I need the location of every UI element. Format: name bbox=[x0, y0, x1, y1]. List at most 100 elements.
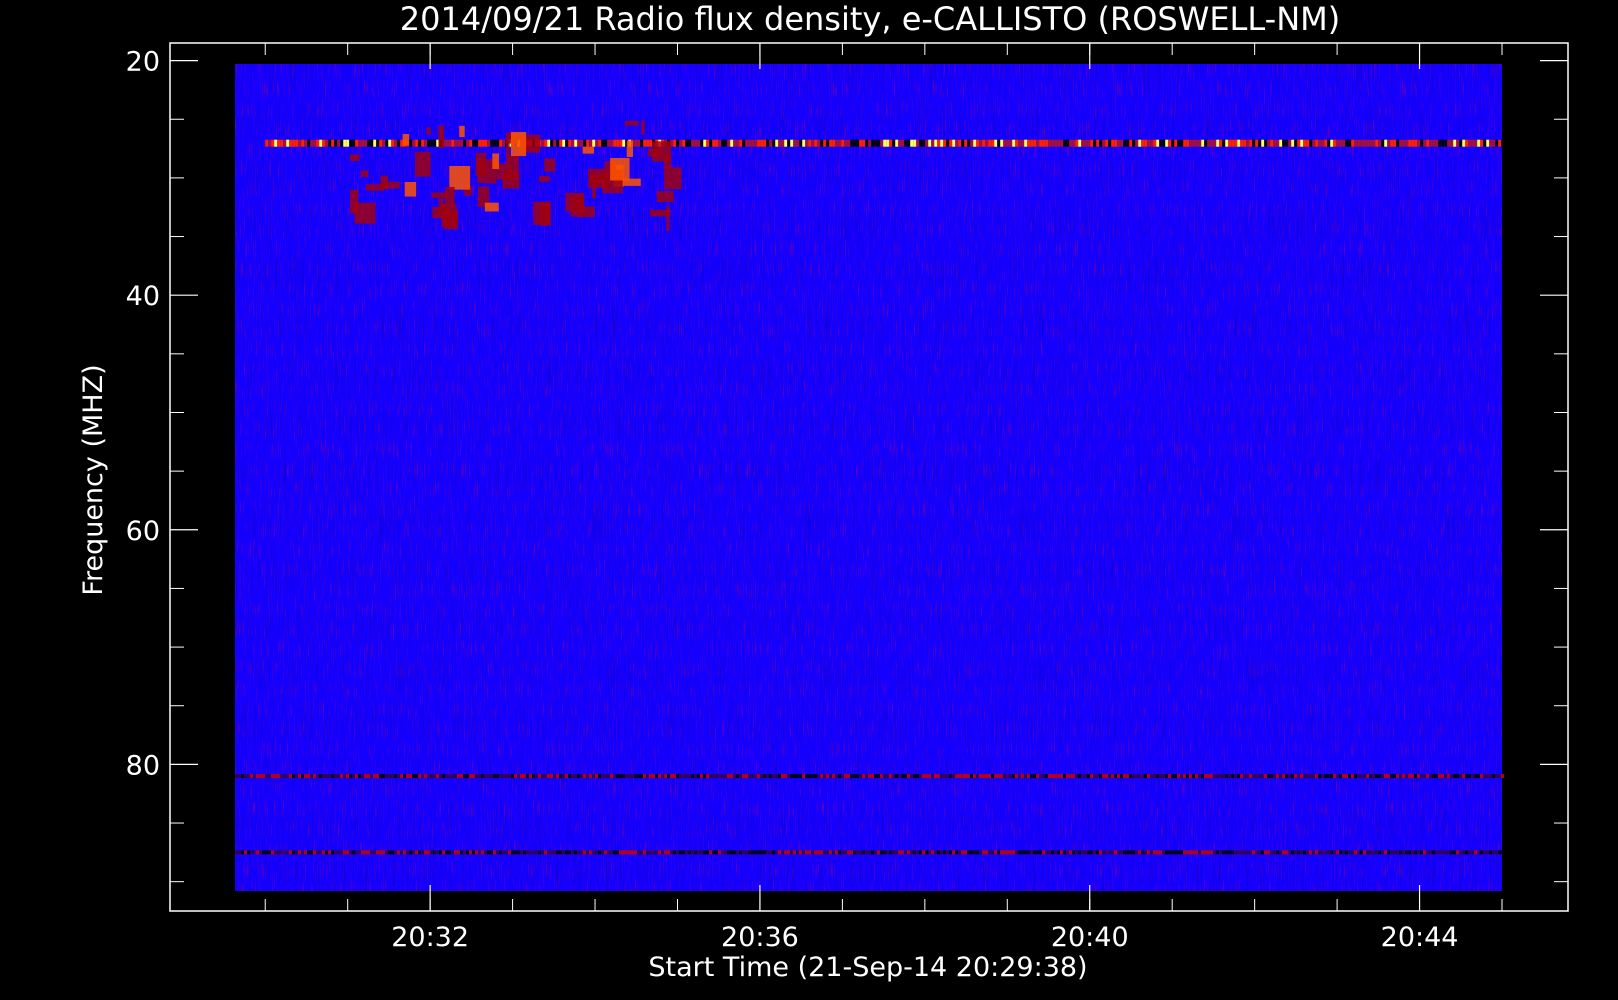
band-cell bbox=[715, 774, 718, 779]
band-cell bbox=[1393, 774, 1396, 779]
band-cell bbox=[568, 850, 571, 855]
band-cell bbox=[763, 850, 766, 855]
band-cell bbox=[448, 850, 451, 855]
band-cell bbox=[646, 139, 650, 147]
band-cell bbox=[430, 139, 434, 147]
band-cell bbox=[898, 774, 901, 779]
band-cell bbox=[424, 139, 428, 147]
band-cell bbox=[256, 850, 259, 855]
band-cell bbox=[565, 850, 568, 855]
band-cell bbox=[1045, 139, 1049, 147]
burst-patch bbox=[349, 154, 360, 161]
band-cell bbox=[256, 774, 259, 779]
band-cell bbox=[1051, 139, 1055, 147]
band-cell bbox=[1339, 850, 1342, 855]
band-cell bbox=[1315, 850, 1318, 855]
band-cell bbox=[628, 850, 631, 855]
band-cell bbox=[445, 850, 448, 855]
band-cell bbox=[1066, 139, 1070, 147]
band-cell bbox=[1396, 774, 1399, 779]
band-cell bbox=[358, 139, 362, 147]
band-cell bbox=[328, 850, 331, 855]
band-cell bbox=[1069, 850, 1072, 855]
band-cell bbox=[934, 850, 937, 855]
band-cell bbox=[1003, 774, 1006, 779]
band-cell bbox=[838, 850, 841, 855]
band-cell bbox=[925, 774, 928, 779]
band-cell bbox=[700, 139, 704, 147]
band-cell bbox=[997, 774, 1000, 779]
band-cell bbox=[283, 850, 286, 855]
band-cell bbox=[1204, 850, 1207, 855]
band-cell bbox=[1078, 774, 1081, 779]
band-cell bbox=[928, 139, 932, 147]
band-cell bbox=[1015, 139, 1019, 147]
band-cell bbox=[274, 139, 278, 147]
band-cell bbox=[841, 139, 845, 147]
band-cell bbox=[778, 850, 781, 855]
band-cell bbox=[478, 774, 481, 779]
band-cell bbox=[496, 850, 499, 855]
band-cell bbox=[1264, 850, 1267, 855]
band-cell bbox=[724, 850, 727, 855]
band-cell bbox=[1045, 850, 1048, 855]
band-cell bbox=[733, 850, 736, 855]
band-cell bbox=[1441, 774, 1444, 779]
band-cell bbox=[1201, 139, 1205, 147]
band-cell bbox=[1498, 139, 1502, 147]
burst-patch bbox=[382, 181, 400, 189]
band-cell bbox=[637, 850, 640, 855]
band-cell bbox=[670, 850, 673, 855]
band-cell bbox=[871, 850, 874, 855]
band-cell bbox=[1420, 774, 1423, 779]
band-cell bbox=[1117, 774, 1120, 779]
band-cell bbox=[1198, 774, 1201, 779]
band-cell bbox=[1291, 774, 1294, 779]
band-cell bbox=[409, 774, 412, 779]
band-cell bbox=[1063, 139, 1067, 147]
band-cell bbox=[250, 850, 253, 855]
band-cell bbox=[1084, 850, 1087, 855]
band-cell bbox=[994, 774, 997, 779]
burst-patch bbox=[506, 140, 510, 166]
band-cell bbox=[922, 774, 925, 779]
band-cell bbox=[796, 139, 800, 147]
band-cell bbox=[1075, 774, 1078, 779]
band-cell bbox=[694, 850, 697, 855]
band-cell bbox=[1402, 850, 1405, 855]
band-cell bbox=[1009, 850, 1012, 855]
band-cell bbox=[406, 774, 409, 779]
band-cell bbox=[1111, 850, 1114, 855]
band-cell bbox=[1297, 139, 1301, 147]
band-cell bbox=[715, 139, 719, 147]
band-cell bbox=[1006, 774, 1009, 779]
band-cell bbox=[1420, 139, 1424, 147]
band-cell bbox=[1147, 139, 1151, 147]
band-cell bbox=[1222, 774, 1225, 779]
band-cell bbox=[1363, 774, 1366, 779]
band-cell bbox=[1060, 850, 1063, 855]
band-cell bbox=[1117, 139, 1121, 147]
band-cell bbox=[685, 850, 688, 855]
band-cell bbox=[910, 774, 913, 779]
chart-title: 2014/09/21 Radio flux density, e-CALLIST… bbox=[400, 0, 1340, 38]
band-cell bbox=[691, 850, 694, 855]
y-tick-label-2: 60 bbox=[126, 516, 160, 547]
band-cell bbox=[427, 850, 430, 855]
band-cell bbox=[1480, 139, 1484, 147]
band-cell bbox=[1390, 850, 1393, 855]
band-cell bbox=[1225, 850, 1228, 855]
band-cell bbox=[283, 774, 286, 779]
band-cell bbox=[931, 774, 934, 779]
band-cell bbox=[580, 139, 584, 147]
band-cell bbox=[859, 850, 862, 855]
band-cell bbox=[673, 774, 676, 779]
band-cell bbox=[1396, 139, 1400, 147]
band-cell bbox=[652, 774, 655, 779]
band-cell bbox=[634, 139, 638, 147]
band-cell bbox=[1312, 850, 1315, 855]
band-cell bbox=[949, 139, 953, 147]
band-cell bbox=[1480, 774, 1483, 779]
band-cell bbox=[688, 774, 691, 779]
band-cell bbox=[406, 850, 409, 855]
